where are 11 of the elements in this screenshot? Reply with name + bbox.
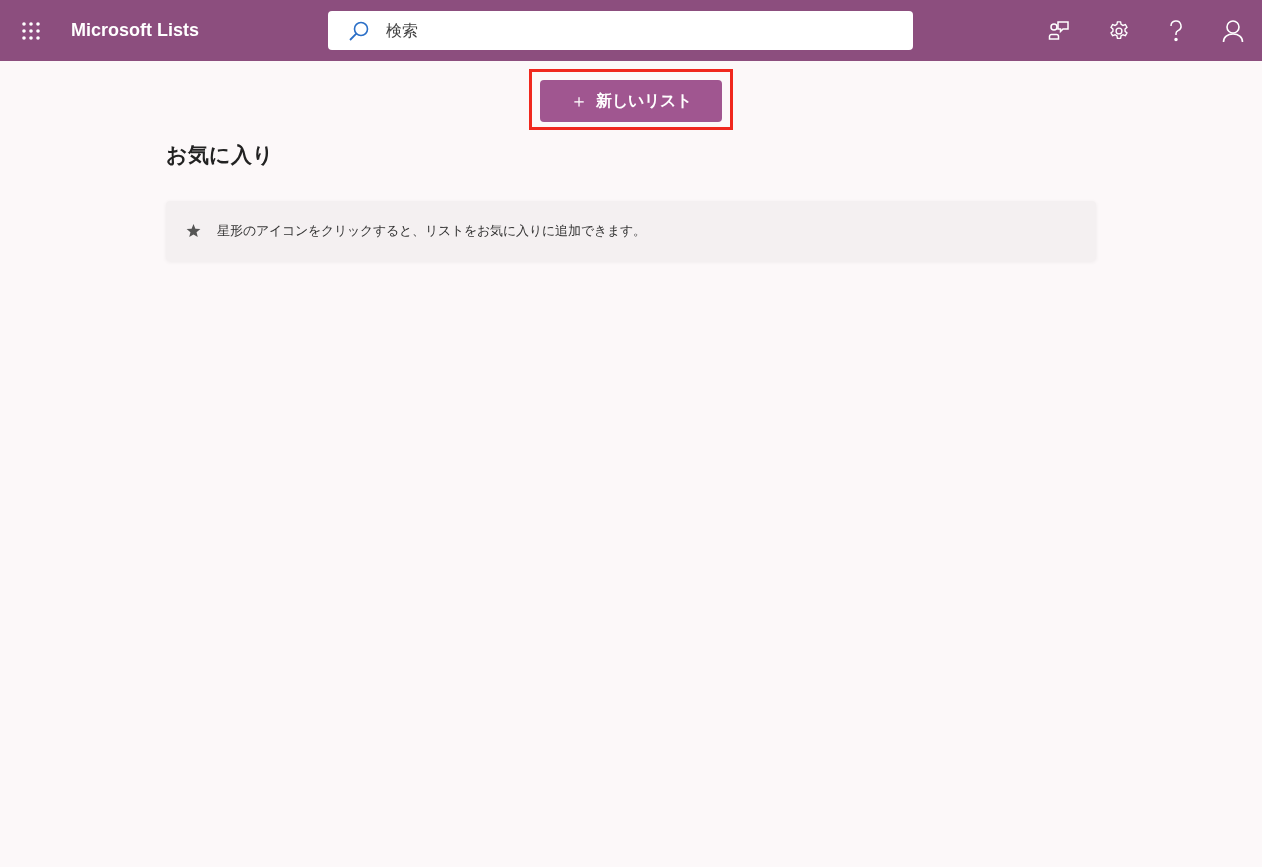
user-icon[interactable]	[1222, 18, 1244, 43]
new-list-button[interactable]: ＋ 新しいリスト	[540, 80, 722, 122]
settings-icon[interactable]	[1108, 19, 1130, 42]
hint-text: 星形のアイコンをクリックすると、リストをお気に入りに追加できます。	[217, 222, 646, 240]
search-field[interactable]: 検索	[328, 11, 913, 50]
section-heading: お気に入り	[166, 142, 275, 169]
app-launcher-icon[interactable]	[21, 20, 41, 41]
app-title[interactable]: Microsoft Lists	[71, 20, 328, 41]
feedback-icon[interactable]	[1048, 19, 1070, 42]
help-icon[interactable]	[1168, 18, 1184, 43]
star-icon	[186, 224, 201, 238]
